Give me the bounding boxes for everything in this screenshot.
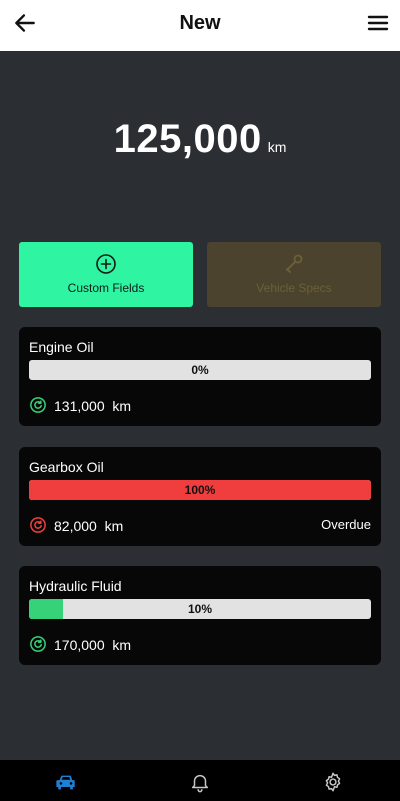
wrench-icon [286, 254, 303, 273]
odometer-value: 125,000 [113, 117, 262, 161]
car-icon[interactable] [55, 771, 77, 793]
vehicle-specs-label: Vehicle Specs [256, 281, 332, 295]
page-title: New [179, 12, 221, 34]
due-value: 82,000 km [54, 518, 124, 534]
refresh-icon [30, 517, 46, 533]
odometer-display: 125,000 km [0, 117, 400, 162]
item-name: Engine Oil [29, 339, 94, 355]
due-value: 170,000 km [54, 637, 132, 653]
maintenance-card-hydraulic-fluid[interactable]: Hydraulic Fluid 10% 170,000 km [19, 566, 381, 665]
main-content: 125,000 km Custom Fields Vehicle Specs En… [0, 51, 400, 760]
item-name: Gearbox Oil [29, 459, 104, 475]
custom-fields-button[interactable]: Custom Fields [19, 242, 193, 307]
progress-bar: 0% [29, 360, 371, 380]
app-bar: New [0, 0, 400, 51]
odometer-unit: km [267, 139, 287, 155]
refresh-icon [30, 397, 46, 413]
progress-bar: 10% [29, 599, 371, 619]
progress-label: 0% [191, 363, 209, 377]
maintenance-card-engine-oil[interactable]: Engine Oil 0% 131,000 km [19, 327, 381, 426]
vehicle-specs-button[interactable]: Vehicle Specs [207, 242, 381, 307]
due-value: 131,000 km [54, 398, 132, 414]
progress-label: 100% [184, 483, 216, 497]
gear-icon[interactable] [322, 771, 344, 793]
progress-bar: 100% [29, 480, 371, 500]
bottom-navigation [0, 760, 400, 801]
hamburger-menu-icon[interactable] [366, 11, 390, 35]
maintenance-card-gearbox-oil[interactable]: Gearbox Oil 100% 82,000 km Overdue [19, 447, 381, 546]
progress-label: 10% [187, 602, 213, 616]
refresh-icon [30, 636, 46, 652]
status-text: Overdue [321, 517, 371, 532]
bell-icon[interactable] [189, 771, 211, 793]
custom-fields-label: Custom Fields [67, 281, 145, 295]
plus-circle-icon [96, 254, 116, 274]
item-name: Hydraulic Fluid [29, 578, 122, 594]
